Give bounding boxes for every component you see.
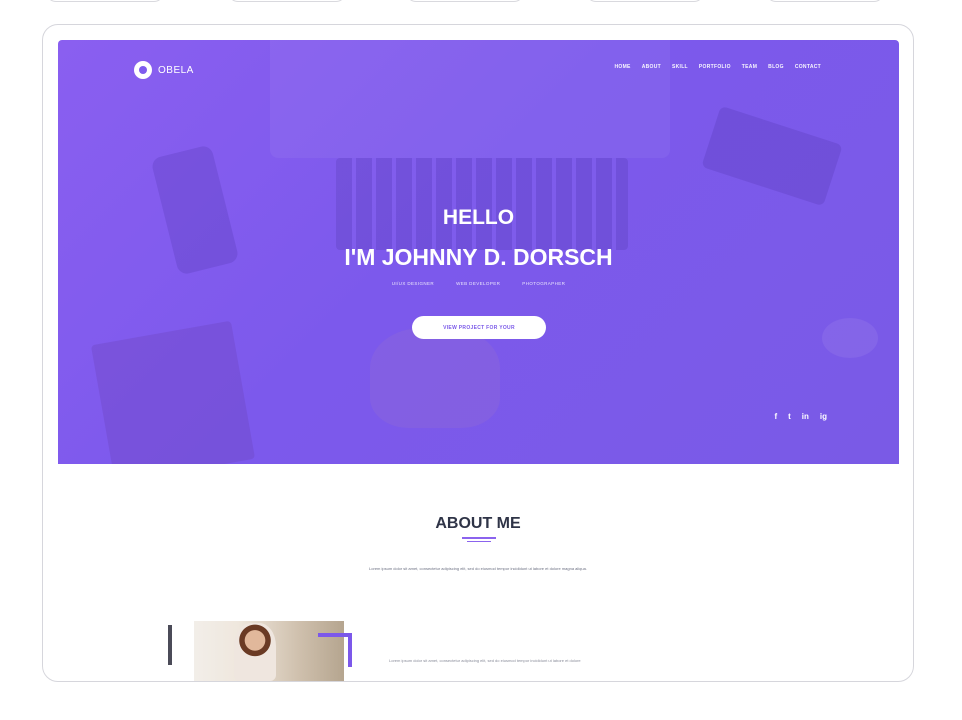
top-tab[interactable] [406,0,524,2]
linkedin-icon[interactable]: in [802,412,809,421]
preview-frame: OBELA HOME ABOUT SKILL PORTFOLIO TEAM BL… [42,24,914,682]
hero-section: OBELA HOME ABOUT SKILL PORTFOLIO TEAM BL… [58,40,899,464]
about-photo [168,621,358,681]
nav-item-portfolio[interactable]: PORTFOLIO [699,64,731,70]
photo-frame-side [348,633,352,667]
hero-greeting: HELLO [442,206,515,229]
nav-item-home[interactable]: HOME [614,64,630,70]
hero-headline: I'M JOHNNY D. DORSCH [344,244,613,270]
nav-item-skill[interactable]: SKILL [672,64,688,70]
facebook-icon[interactable]: f [774,412,777,421]
photo-frame-top [318,633,352,637]
hero-bg-mouse [822,318,878,358]
hero-role: WEB DEVELOPER [456,281,501,286]
view-project-button[interactable]: VIEW PROJECT FOR YOUR [412,316,546,339]
main-nav: HOME ABOUT SKILL PORTFOLIO TEAM BLOG CON… [614,64,821,70]
hero-bg-hand [370,328,500,428]
about-title: ABOUT ME [435,515,521,532]
photo-accent-bar [168,625,172,665]
nav-item-team[interactable]: TEAM [742,64,757,70]
about-underline [462,537,496,543]
nav-item-contact[interactable]: CONTACT [795,64,821,70]
top-tab[interactable] [228,0,346,2]
hero-bg-laptop-screen [270,40,670,158]
top-tab[interactable] [586,0,704,2]
hero-role: UI/UX DESIGNER [391,281,435,286]
brand-name: OBELA [158,64,194,76]
hero-bg-keyboard [336,158,628,250]
nav-item-about[interactable]: ABOUT [642,64,661,70]
brand-logo-icon [134,61,152,79]
brand[interactable]: OBELA [134,61,194,79]
top-tab[interactable] [766,0,884,2]
hero-bg-notebook [90,320,256,464]
social-links: f t in ig [774,412,827,421]
top-tab[interactable] [46,0,164,2]
hero-role: PHOTOGRAPHER [522,281,566,286]
person-image [234,623,276,681]
top-tabs [0,0,962,6]
twitter-icon[interactable]: t [788,412,791,421]
instagram-icon[interactable]: ig [820,412,827,421]
about-paragraph: Lorem ipsum dolor sit amet, consectetur … [389,658,581,663]
hero-roles: UI/UX DESIGNER WEB DEVELOPER PHOTOGRAPHE… [58,281,899,286]
hero-bg-card [701,105,843,207]
nav-item-blog[interactable]: BLOG [768,64,784,70]
about-intro: Lorem ipsum dolor sit amet, consectetur … [369,566,587,571]
